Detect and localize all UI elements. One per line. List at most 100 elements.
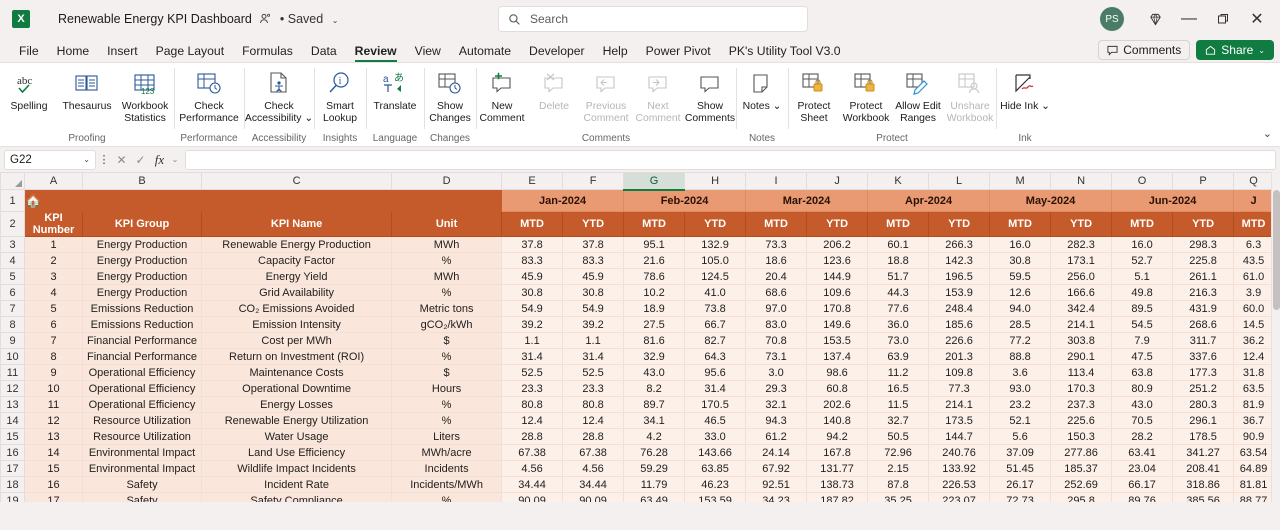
- cell-kpi-name[interactable]: Cost per MWh: [201, 332, 393, 349]
- name-box[interactable]: G22 ⌄: [4, 149, 96, 170]
- cell-apr-2024-mtd[interactable]: 77.6: [867, 300, 930, 317]
- cell-jan-2024-mtd[interactable]: 37.8: [501, 236, 564, 253]
- cell-feb-2024-mtd[interactable]: 95.1: [623, 236, 686, 253]
- cell-jan-2024-ytd[interactable]: 28.8: [562, 428, 625, 445]
- cell-may-2024-mtd[interactable]: 30.8: [989, 252, 1052, 269]
- cell-unit[interactable]: Metric tons: [391, 300, 503, 317]
- row-header-14[interactable]: 14: [0, 412, 25, 429]
- cell-mar-2024-mtd[interactable]: 73.1: [745, 348, 808, 365]
- cell-feb-2024-ytd[interactable]: 31.4: [684, 380, 747, 397]
- cell-kpi-group[interactable]: Financial Performance: [81, 348, 203, 365]
- minimize-button[interactable]: —: [1172, 0, 1206, 38]
- month-header-jan[interactable]: Jan-2024: [501, 189, 625, 212]
- cell-kpi-name[interactable]: Incident Rate: [201, 476, 393, 493]
- cell-may-2024-mtd[interactable]: 16.0: [989, 236, 1052, 253]
- tab-file[interactable]: File: [10, 44, 48, 62]
- cell-jun-2024-mtd[interactable]: 63.41: [1111, 444, 1174, 461]
- cell-jul-2024-mtd[interactable]: 64.89: [1233, 460, 1275, 477]
- cell-jan-2024-mtd[interactable]: 90.09: [501, 492, 564, 502]
- tab-view[interactable]: View: [406, 44, 450, 62]
- cell-jun-2024-mtd[interactable]: 89.76: [1111, 492, 1174, 502]
- cell-feb-2024-ytd[interactable]: 153.59: [684, 492, 747, 502]
- column-header-e[interactable]: E: [501, 172, 564, 190]
- person-share-icon[interactable]: [259, 13, 271, 25]
- cell-may-2024-mtd[interactable]: 3.6: [989, 364, 1052, 381]
- header-feb-ytd[interactable]: YTD: [684, 211, 747, 237]
- cell-unit[interactable]: MWh/acre: [391, 444, 503, 461]
- ribbon-button-protect-workbook[interactable]: Protect Workbook: [840, 67, 892, 124]
- cell-apr-2024-ytd[interactable]: 133.92: [928, 460, 991, 477]
- row-header-11[interactable]: 11: [0, 364, 25, 381]
- cell-apr-2024-mtd[interactable]: 72.96: [867, 444, 930, 461]
- cell-feb-2024-mtd[interactable]: 81.6: [623, 332, 686, 349]
- cell-apr-2024-mtd[interactable]: 16.5: [867, 380, 930, 397]
- row-header-16[interactable]: 16: [0, 444, 25, 461]
- cell-kpi-name[interactable]: Water Usage: [201, 428, 393, 445]
- cell-apr-2024-ytd[interactable]: 223.07: [928, 492, 991, 502]
- cell-may-2024-ytd[interactable]: 166.6: [1050, 284, 1113, 301]
- row-header-13[interactable]: 13: [0, 396, 25, 413]
- cell-kpi-group[interactable]: Energy Production: [81, 268, 203, 285]
- cell-jan-2024-mtd[interactable]: 31.4: [501, 348, 564, 365]
- cell-may-2024-ytd[interactable]: 256.0: [1050, 268, 1113, 285]
- cell-may-2024-ytd[interactable]: 170.3: [1050, 380, 1113, 397]
- ribbon-button-thesaurus[interactable]: Thesaurus: [58, 67, 116, 113]
- column-header-f[interactable]: F: [562, 172, 625, 190]
- cell-feb-2024-ytd[interactable]: 170.5: [684, 396, 747, 413]
- cell-mar-2024-ytd[interactable]: 94.2: [806, 428, 869, 445]
- column-header-d[interactable]: D: [391, 172, 503, 190]
- ribbon-button-spelling[interactable]: abc Spelling: [0, 67, 58, 113]
- cell-feb-2024-ytd[interactable]: 33.0: [684, 428, 747, 445]
- cell-apr-2024-ytd[interactable]: 226.53: [928, 476, 991, 493]
- comments-button[interactable]: Comments: [1098, 40, 1191, 60]
- cell-jun-2024-ytd[interactable]: 385.56: [1172, 492, 1235, 502]
- cell-mar-2024-ytd[interactable]: 137.4: [806, 348, 869, 365]
- cell-mar-2024-ytd[interactable]: 167.8: [806, 444, 869, 461]
- cell-feb-2024-mtd[interactable]: 43.0: [623, 364, 686, 381]
- cell-may-2024-mtd[interactable]: 37.09: [989, 444, 1052, 461]
- cell-jun-2024-mtd[interactable]: 63.8: [1111, 364, 1174, 381]
- cell-apr-2024-mtd[interactable]: 2.15: [867, 460, 930, 477]
- cell-apr-2024-mtd[interactable]: 35.25: [867, 492, 930, 502]
- cell-kpi-group[interactable]: Emissions Reduction: [81, 316, 203, 333]
- cell-mar-2024-mtd[interactable]: 18.6: [745, 252, 808, 269]
- cell-jan-2024-mtd[interactable]: 23.3: [501, 380, 564, 397]
- cell-feb-2024-ytd[interactable]: 46.5: [684, 412, 747, 429]
- cell-jun-2024-mtd[interactable]: 52.7: [1111, 252, 1174, 269]
- column-header-c[interactable]: C: [201, 172, 393, 190]
- cell-jun-2024-mtd[interactable]: 70.5: [1111, 412, 1174, 429]
- cell-may-2024-mtd[interactable]: 52.1: [989, 412, 1052, 429]
- row-header-19[interactable]: 19: [0, 492, 25, 502]
- cell-may-2024-ytd[interactable]: 277.86: [1050, 444, 1113, 461]
- cell-mar-2024-ytd[interactable]: 60.8: [806, 380, 869, 397]
- cell-mar-2024-ytd[interactable]: 206.2: [806, 236, 869, 253]
- cell-mar-2024-mtd[interactable]: 29.3: [745, 380, 808, 397]
- cell-may-2024-ytd[interactable]: 214.1: [1050, 316, 1113, 333]
- cell-kpi-name[interactable]: Land Use Efficiency: [201, 444, 393, 461]
- tab-help[interactable]: Help: [594, 44, 637, 62]
- cell-kpi-number[interactable]: 3: [24, 268, 83, 285]
- cell-apr-2024-mtd[interactable]: 87.8: [867, 476, 930, 493]
- cell-unit[interactable]: gCO₂/kWh: [391, 316, 503, 333]
- header-mar-ytd[interactable]: YTD: [806, 211, 869, 237]
- row-header-8[interactable]: 8: [0, 316, 25, 333]
- cell-may-2024-ytd[interactable]: 185.37: [1050, 460, 1113, 477]
- cell-mar-2024-ytd[interactable]: 98.6: [806, 364, 869, 381]
- cell-mar-2024-mtd[interactable]: 83.0: [745, 316, 808, 333]
- cell-jun-2024-ytd[interactable]: 298.3: [1172, 236, 1235, 253]
- column-header-m[interactable]: M: [989, 172, 1052, 190]
- cell-kpi-number[interactable]: 16: [24, 476, 83, 493]
- cell-kpi-group[interactable]: Operational Efficiency: [81, 364, 203, 381]
- document-title[interactable]: Renewable Energy KPI Dashboard: [58, 12, 252, 26]
- tab-developer[interactable]: Developer: [520, 44, 594, 62]
- cell-apr-2024-ytd[interactable]: 185.6: [928, 316, 991, 333]
- cell-jan-2024-ytd[interactable]: 90.09: [562, 492, 625, 502]
- cell-kpi-name[interactable]: Wildlife Impact Incidents: [201, 460, 393, 477]
- avatar[interactable]: PS: [1100, 7, 1124, 31]
- cell-apr-2024-mtd[interactable]: 73.0: [867, 332, 930, 349]
- cell-jun-2024-ytd[interactable]: 311.7: [1172, 332, 1235, 349]
- ribbon-button-allow-edit-ranges[interactable]: Allow Edit Ranges: [892, 67, 944, 124]
- cell-kpi-group[interactable]: Financial Performance: [81, 332, 203, 349]
- cell-apr-2024-mtd[interactable]: 32.7: [867, 412, 930, 429]
- spreadsheet-grid[interactable]: A B C D E F G H I J K L M N O P Q 1 🏠 Ja…: [0, 172, 1280, 502]
